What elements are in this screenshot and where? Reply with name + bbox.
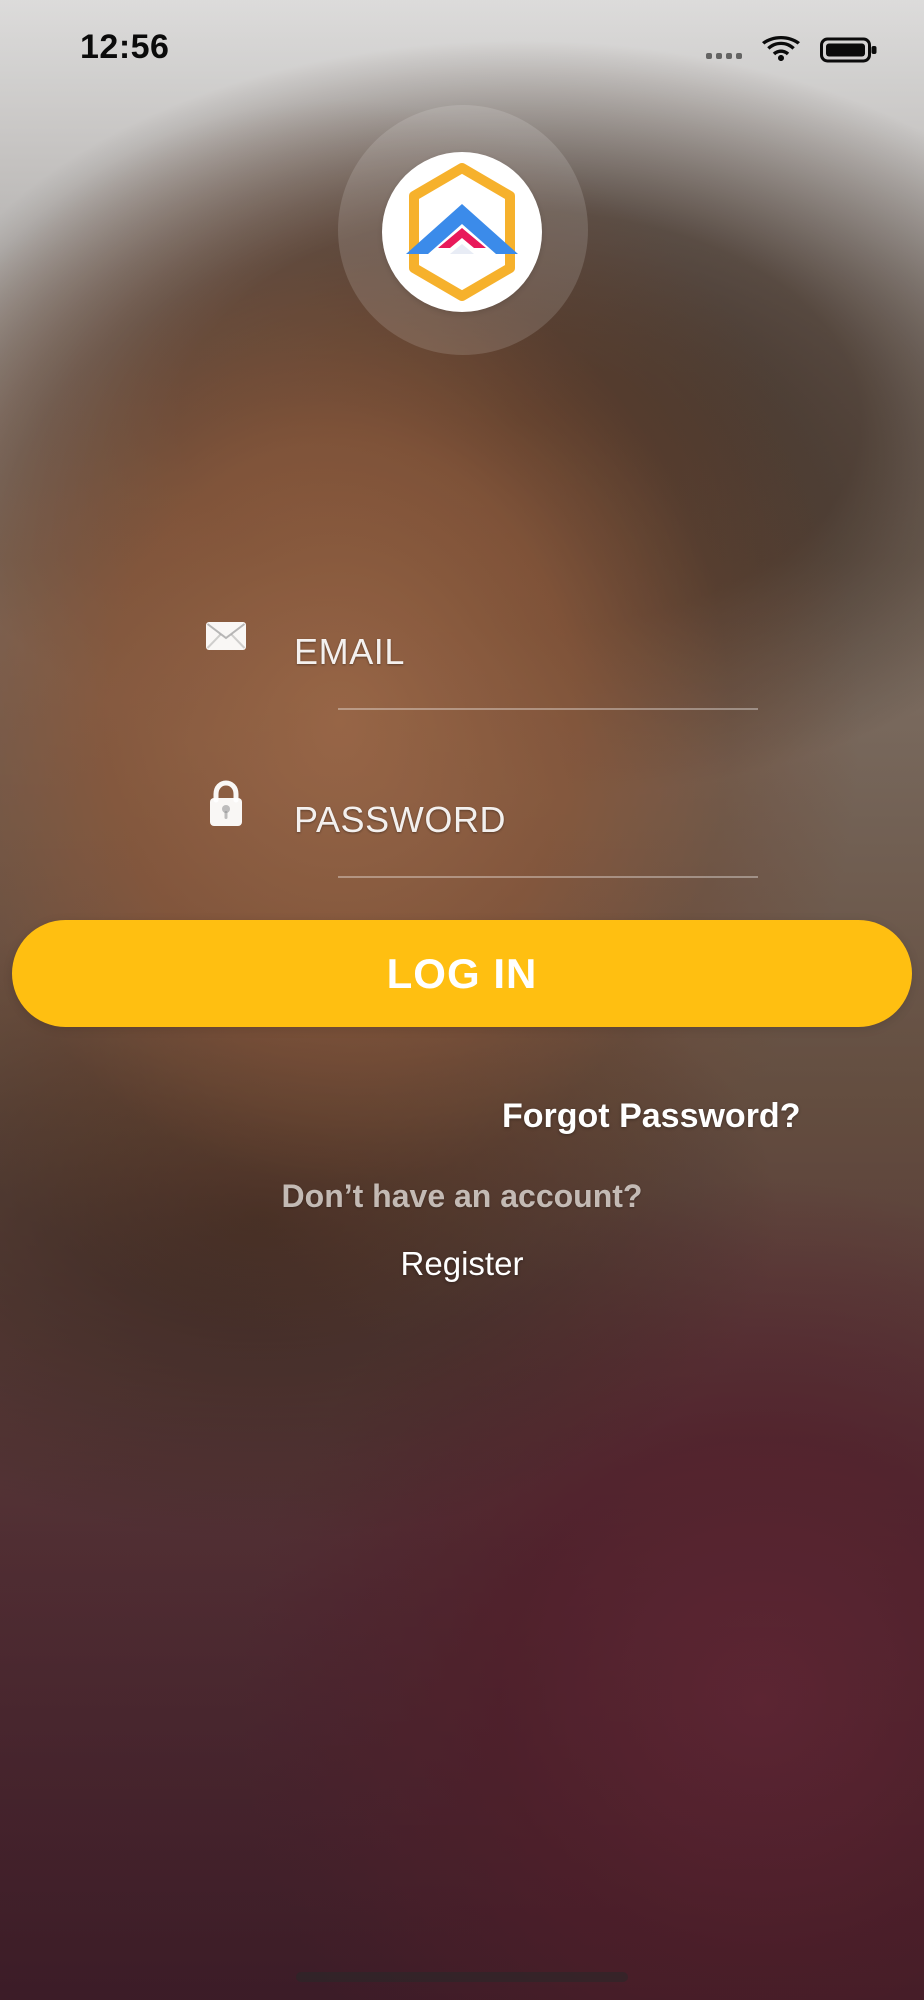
- signal-dot: [706, 53, 712, 59]
- envelope-icon: [198, 608, 254, 664]
- home-indicator[interactable]: [296, 1972, 628, 1982]
- password-field[interactable]: [198, 776, 758, 886]
- status-bar: 12:56: [0, 0, 924, 100]
- signal-dot: [726, 53, 732, 59]
- status-icons: [706, 36, 878, 64]
- lock-icon: [198, 776, 254, 832]
- email-field[interactable]: [198, 608, 758, 718]
- password-underline: [338, 876, 758, 878]
- password-input[interactable]: [294, 790, 744, 850]
- login-button[interactable]: LOG IN: [12, 920, 912, 1027]
- no-account-text: Don’t have an account?: [281, 1178, 643, 1214]
- signal-dot: [716, 53, 722, 59]
- email-input[interactable]: [294, 622, 744, 682]
- register-link[interactable]: Register: [0, 1245, 924, 1283]
- wifi-icon: [762, 36, 800, 64]
- signal-dot: [736, 53, 742, 59]
- login-screen: 12:56 EMAIL LOG IN Forgot Password? Don’…: [0, 0, 924, 2000]
- app-logo: [382, 152, 542, 312]
- signal-dots-icon: [706, 41, 742, 59]
- status-time: 12:56: [80, 28, 170, 66]
- forgot-password-link[interactable]: Forgot Password?: [502, 1097, 800, 1136]
- email-underline: [338, 708, 758, 710]
- battery-icon: [820, 36, 878, 64]
